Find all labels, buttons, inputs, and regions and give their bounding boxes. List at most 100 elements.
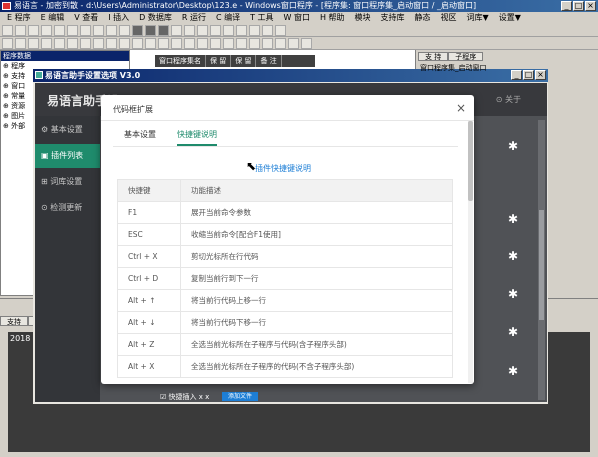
right-panel-item[interactable]: 窗口程序集_启动窗口 <box>420 63 487 73</box>
nav-item[interactable]: ▣ 插件列表 <box>35 144 100 168</box>
right-panel-tab[interactable]: 支 持 <box>418 52 449 61</box>
toolbar-button[interactable] <box>93 38 104 49</box>
menu-item[interactable]: 视区 <box>436 12 462 24</box>
close-icon[interactable]: × <box>585 1 596 11</box>
toolbar-button[interactable] <box>80 25 91 36</box>
toolbar-button[interactable] <box>158 38 169 49</box>
toolbar-button[interactable] <box>106 25 117 36</box>
menu-item[interactable]: 设置▼ <box>494 12 526 24</box>
toolbar-button[interactable] <box>223 38 234 49</box>
tab-basic-settings[interactable]: 基本设置 <box>124 124 156 146</box>
toolbar-button[interactable] <box>262 25 273 36</box>
toolbar-button[interactable] <box>275 25 286 36</box>
toolbar-button[interactable] <box>275 38 286 49</box>
app-logo-icon <box>2 2 11 10</box>
close-icon[interactable]: × <box>535 70 546 80</box>
toolbar-button[interactable] <box>288 38 299 49</box>
toolbar-button[interactable] <box>15 25 26 36</box>
minimize-icon[interactable]: _ <box>561 1 572 11</box>
toolbar-button[interactable] <box>2 25 13 36</box>
toolbar-button[interactable] <box>80 38 91 49</box>
toolbar-button[interactable] <box>54 25 65 36</box>
toolbar-button[interactable] <box>132 25 143 36</box>
quick-insert-checkbox[interactable]: ☑ 快捷插入 x x <box>160 392 209 402</box>
toolbar-button[interactable] <box>184 25 195 36</box>
toolbar-button[interactable] <box>236 25 247 36</box>
scrollbar-thumb[interactable] <box>539 210 544 320</box>
gear-icon[interactable]: ✱ <box>508 365 520 377</box>
menu-item[interactable]: C 编译 <box>211 12 245 24</box>
menu-item[interactable]: 模块 <box>350 12 376 24</box>
close-icon[interactable]: × <box>455 101 467 115</box>
add-file-button[interactable]: 添加文件 <box>222 392 258 401</box>
column-header: 功能描述 <box>180 179 453 202</box>
toolbar-button[interactable] <box>119 25 130 36</box>
menu-item[interactable]: V 查看 <box>69 12 103 24</box>
toolbar-button[interactable] <box>93 25 104 36</box>
gear-icon[interactable]: ✱ <box>508 140 520 152</box>
toolbar-button[interactable] <box>236 38 247 49</box>
gear-icon[interactable]: ✱ <box>508 213 520 225</box>
table-header-row: 快捷键 功能描述 <box>117 179 453 202</box>
menu-item[interactable]: 静态 <box>410 12 436 24</box>
menu-item[interactable]: R 运行 <box>177 12 211 24</box>
tab-shortcut-keys[interactable]: 快捷键说明 <box>177 124 217 146</box>
toolbar-button[interactable] <box>184 38 195 49</box>
nav-item[interactable]: ⊞ 词库设置 <box>35 170 100 194</box>
plugin-shortcut-link[interactable]: 插件快捷键说明 <box>255 163 311 174</box>
gear-icon[interactable]: ✱ <box>508 288 520 300</box>
toolbar-button[interactable] <box>41 25 52 36</box>
about-link[interactable]: ⊙ 关于 <box>496 94 521 105</box>
toolbar-button[interactable] <box>223 25 234 36</box>
toolbar-button[interactable] <box>41 38 52 49</box>
code-column-header: 窗口程序集名 <box>155 55 206 67</box>
toolbar-button[interactable] <box>197 38 208 49</box>
menu-item[interactable]: H 帮助 <box>315 12 350 24</box>
bottom-tab[interactable]: 支持 <box>0 316 28 326</box>
toolbar-button[interactable] <box>15 38 26 49</box>
right-panel-tab[interactable]: 子程序 <box>448 52 484 61</box>
helper-scrollbar[interactable] <box>538 120 545 400</box>
menu-item[interactable]: 词库▼ <box>462 12 494 24</box>
menu-item[interactable]: E 编辑 <box>36 12 70 24</box>
menu-item[interactable]: D 数据库 <box>134 12 177 24</box>
toolbar-button[interactable] <box>197 25 208 36</box>
modal-scrollbar[interactable] <box>468 121 473 383</box>
toolbar-button[interactable] <box>145 25 156 36</box>
toolbar-button[interactable] <box>28 38 39 49</box>
toolbar-button[interactable] <box>210 25 221 36</box>
menu-item[interactable]: E 程序 <box>2 12 36 24</box>
gear-icon[interactable]: ✱ <box>508 326 520 338</box>
toolbar-button[interactable] <box>2 38 13 49</box>
menu-item[interactable]: I 插入 <box>103 12 134 24</box>
toolbar-button[interactable] <box>262 38 273 49</box>
toolbar-button[interactable] <box>171 38 182 49</box>
toolbar-button[interactable] <box>249 38 260 49</box>
menu-item[interactable]: T 工具 <box>245 12 278 24</box>
maximize-icon[interactable]: □ <box>523 70 534 80</box>
toolbar-button[interactable] <box>67 25 78 36</box>
toolbar-button[interactable] <box>301 38 312 49</box>
toolbar-button[interactable] <box>106 38 117 49</box>
toolbar-button[interactable] <box>67 38 78 49</box>
toolbar-button[interactable] <box>158 25 169 36</box>
shortcut-table: 快捷键 功能描述 F1 展开当前命令参数 ESC 收缩当前命令[配合F1使用] Ctrl… <box>117 179 453 378</box>
nav-item[interactable]: ⚙ 基本设置 <box>35 118 100 142</box>
gear-icon[interactable]: ✱ <box>508 250 520 262</box>
tree-item[interactable]: 程序数据 <box>1 51 129 61</box>
maximize-icon[interactable]: □ <box>573 1 584 11</box>
table-row: Alt + ↓ 将当前行代码下移一行 <box>117 311 453 334</box>
nav-item[interactable]: ⊙ 检测更新 <box>35 196 100 220</box>
toolbar-button[interactable] <box>132 38 143 49</box>
scrollbar-thumb[interactable] <box>468 121 473 201</box>
toolbar-button[interactable] <box>171 25 182 36</box>
menu-item[interactable]: W 窗口 <box>279 12 315 24</box>
toolbar-button[interactable] <box>119 38 130 49</box>
minimize-icon[interactable]: _ <box>511 70 522 80</box>
toolbar-button[interactable] <box>210 38 221 49</box>
toolbar-button[interactable] <box>249 25 260 36</box>
toolbar-button[interactable] <box>54 38 65 49</box>
toolbar-button[interactable] <box>28 25 39 36</box>
menu-item[interactable]: 支持库 <box>376 12 410 24</box>
toolbar-button[interactable] <box>145 38 156 49</box>
